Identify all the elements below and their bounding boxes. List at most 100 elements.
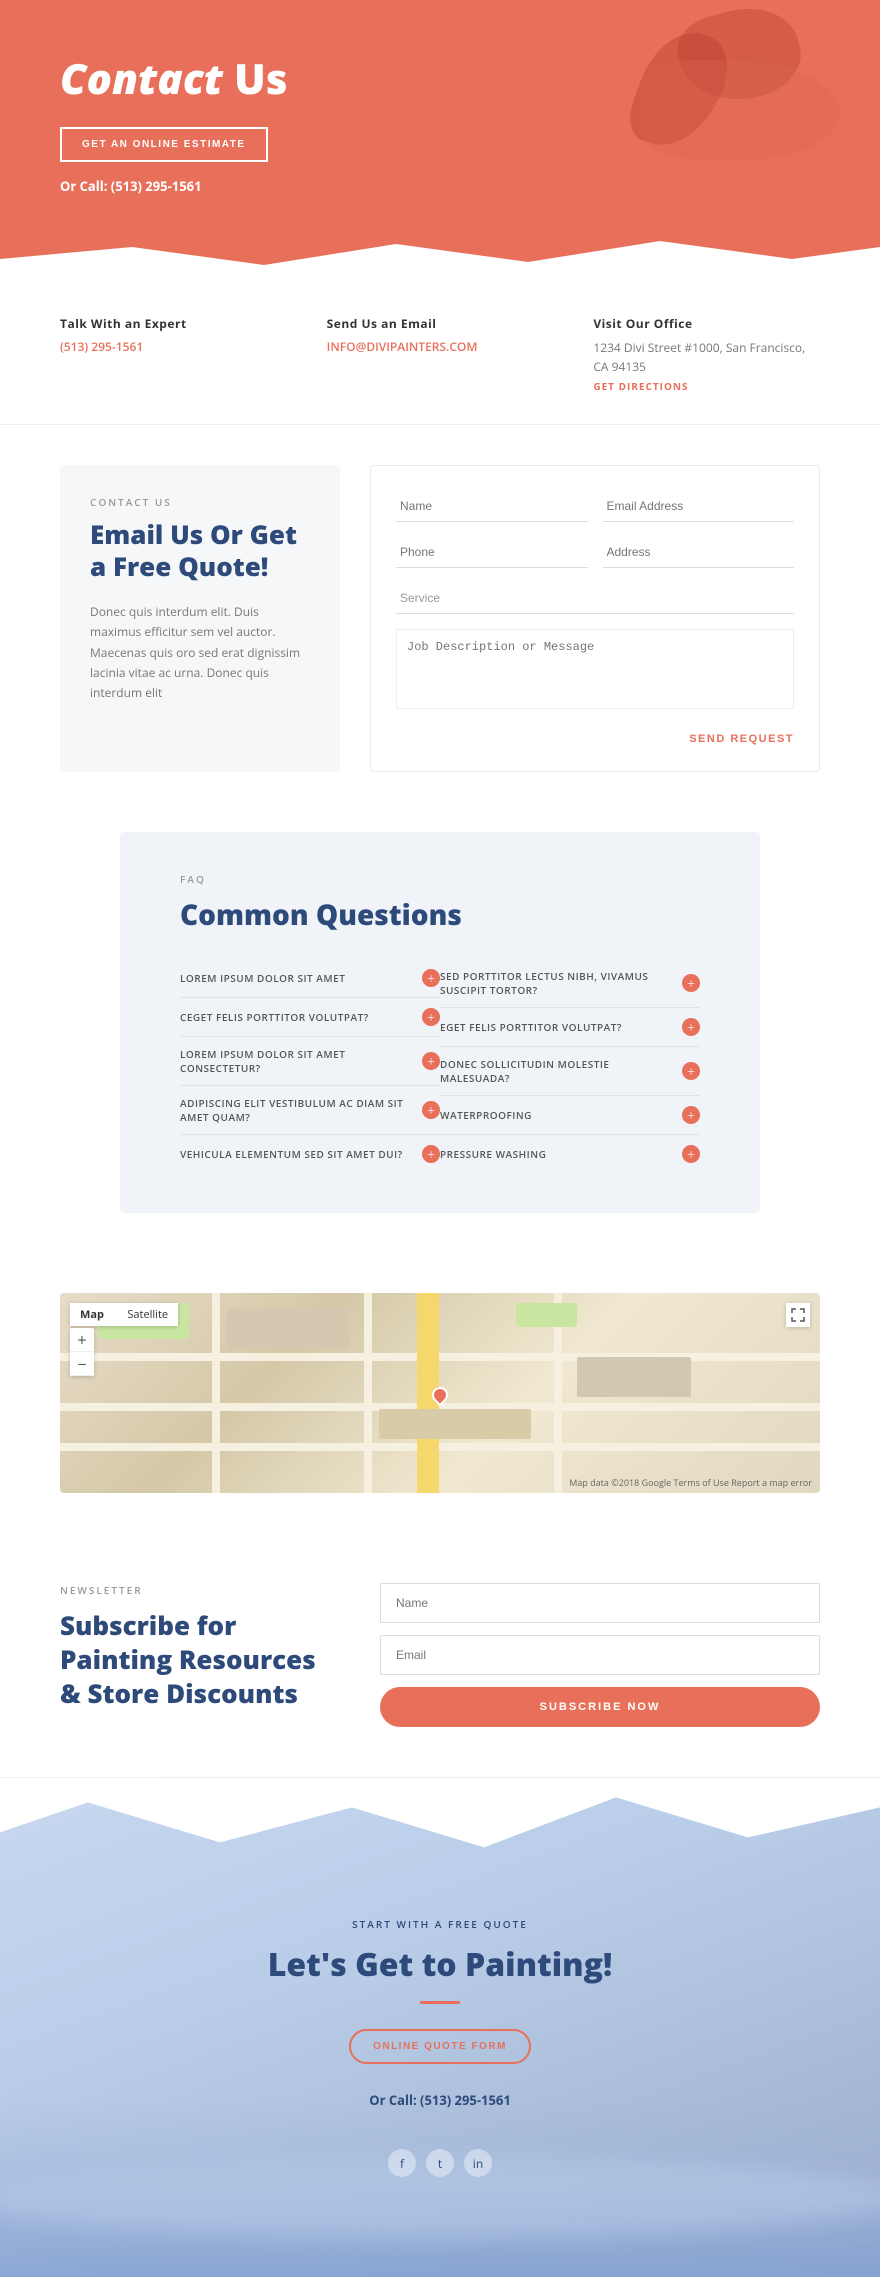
faq-item-r1-text: SED PORTTITOR LECTUS NIBH, VIVAMUS SUSCI… [440, 969, 682, 997]
name-input[interactable] [396, 491, 588, 522]
map-container[interactable]: Map Satellite + − Map data ©2018 Google … [60, 1293, 820, 1493]
footer-divider [420, 2001, 460, 2004]
map-zoom-in[interactable]: + [70, 1328, 94, 1352]
faq-item-r2-text: EGET FELIS PORTTITOR VOLUTPAT? [440, 1020, 682, 1034]
map-park-2 [516, 1303, 577, 1327]
twitter-icon[interactable]: t [426, 2149, 454, 2177]
footer-spacer [60, 2079, 820, 2091]
footer-call-prefix: Or Call: [369, 2091, 416, 2109]
faq-grid: LOREM IPSUM DOLOR SIT AMET + CEGET FELIS… [180, 959, 700, 1173]
faq-plus-r1: + [682, 974, 700, 992]
faq-item-l3-text: LOREM IPSUM DOLOR SIT AMET CONSECTETUR? [180, 1047, 422, 1075]
faq-item-r4-text: WATERPROOFING [440, 1108, 682, 1122]
hero-estimate-button[interactable]: GET AN ONLINE ESTIMATE [60, 127, 268, 162]
faq-item-l1[interactable]: LOREM IPSUM DOLOR SIT AMET + [180, 959, 440, 998]
form-submit-row: SEND REQUEST [396, 728, 794, 746]
faq-plus-l5: + [422, 1145, 440, 1163]
contact-description: Donec quis interdum elit. Duis maximus e… [90, 602, 310, 704]
footer-sublabel: START WITH A FREE QUOTE [60, 1917, 820, 1931]
info-email-address[interactable]: INFO@DIVIPAINTERS.COM [327, 338, 554, 355]
form-field-name [396, 491, 588, 522]
faq-item-r2[interactable]: EGET FELIS PORTTITOR VOLUTPAT? + [440, 1008, 700, 1047]
faq-item-l5[interactable]: VEHICULA ELEMENTUM SED SIT AMET DUI? + [180, 1135, 440, 1173]
info-email-heading: Send Us an Email [327, 315, 554, 332]
faq-item-r4[interactable]: WATERPROOFING + [440, 1096, 700, 1135]
map-section: Map Satellite + − Map data ©2018 Google … [0, 1253, 880, 1533]
info-office: Visit Our Office 1234 Divi Street #1000,… [593, 315, 820, 394]
map-building-1 [227, 1309, 349, 1349]
hero-title-us: Us [223, 50, 287, 107]
footer-content: START WITH A FREE QUOTE Let's Get to Pai… [60, 1917, 820, 2177]
faq-item-r5[interactable]: PRESSURE WASHING + [440, 1135, 700, 1173]
service-select[interactable]: Service [396, 583, 794, 614]
map-tab-map[interactable]: Map [70, 1303, 114, 1326]
map-street-h3 [60, 1443, 820, 1451]
footer-paint-top [0, 1777, 880, 1877]
faq-section: FAQ Common Questions LOREM IPSUM DOLOR S… [120, 832, 760, 1213]
faq-section-label: FAQ [180, 872, 700, 886]
facebook-icon[interactable]: f [388, 2149, 416, 2177]
newsletter-name-input[interactable] [380, 1583, 820, 1623]
footer-heading: Let's Get to Painting! [60, 1943, 820, 1986]
form-row-service: Service [396, 583, 794, 614]
map-fullscreen-button[interactable] [786, 1303, 810, 1327]
faq-item-l4[interactable]: ADIPISCING ELIT VESTIBULUM AC DIAM SIT A… [180, 1086, 440, 1135]
email-input[interactable] [603, 491, 795, 522]
hero-phone: (513) 295-1561 [111, 177, 202, 195]
footer-quote-button[interactable]: ONLINE QUOTE FORM [349, 2029, 531, 2064]
info-directions-link[interactable]: GET DIRECTIONS [593, 379, 688, 393]
linkedin-icon[interactable]: in [464, 2149, 492, 2177]
form-field-phone [396, 537, 588, 568]
hero-section: Contact Us GET AN ONLINE ESTIMATE Or Cal… [0, 0, 880, 275]
info-expert-phone[interactable]: (513) 295-1561 [60, 338, 287, 355]
contact-form-panel: Service SEND REQUEST [370, 465, 820, 772]
footer-cta-section: START WITH A FREE QUOTE Let's Get to Pai… [0, 1777, 880, 2277]
info-email: Send Us an Email INFO@DIVIPAINTERS.COM [327, 315, 554, 394]
map-tab-controls: Map Satellite [70, 1303, 178, 1326]
form-row-phone-address [396, 537, 794, 568]
faq-item-r3[interactable]: DONEC SOLLICITUDIN MOLESTIE MALESUADA? + [440, 1047, 700, 1096]
faq-item-r1[interactable]: SED PORTTITOR LECTUS NIBH, VIVAMUS SUSCI… [440, 959, 700, 1008]
newsletter-email-input[interactable] [380, 1635, 820, 1675]
faq-plus-r4: + [682, 1106, 700, 1124]
contact-section: CONTACT US Email Us Or Get a Free Quote!… [0, 425, 880, 812]
form-field-email [603, 491, 795, 522]
newsletter-section: NEWSLETTER Subscribe for Painting Resour… [0, 1533, 880, 1777]
footer-social-row: f t in [60, 2149, 820, 2177]
hero-call-text: Or Call: (513) 295-1561 [60, 177, 820, 195]
map-building-3 [577, 1357, 691, 1397]
info-office-address: 1234 Divi Street #1000, San Francisco, C… [593, 338, 820, 376]
faq-item-l3[interactable]: LOREM IPSUM DOLOR SIT AMET CONSECTETUR? … [180, 1037, 440, 1086]
phone-input[interactable] [396, 537, 588, 568]
faq-item-l4-text: ADIPISCING ELIT VESTIBULUM AC DIAM SIT A… [180, 1096, 422, 1124]
hero-title-contact: Contact [60, 50, 223, 107]
send-request-button[interactable]: SEND REQUEST [689, 733, 794, 745]
form-row-name-email [396, 491, 794, 522]
map-street-v1 [212, 1293, 220, 1493]
faq-item-l2[interactable]: CEGET FELIS PORTTITOR VOLUTPAT? + [180, 998, 440, 1037]
subscribe-button[interactable]: SUBSCRIBE NOW [380, 1687, 820, 1727]
info-expert-heading: Talk With an Expert [60, 315, 287, 332]
faq-item-r5-text: PRESSURE WASHING [440, 1147, 682, 1161]
faq-column-left: LOREM IPSUM DOLOR SIT AMET + CEGET FELIS… [180, 959, 440, 1173]
map-street-h1 [60, 1353, 820, 1361]
fullscreen-icon [791, 1308, 805, 1322]
faq-plus-l4: + [422, 1101, 440, 1119]
faq-item-r3-text: DONEC SOLLICITUDIN MOLESTIE MALESUADA? [440, 1057, 682, 1085]
faq-plus-l1: + [422, 969, 440, 987]
faq-heading: Common Questions [180, 896, 700, 934]
map-tab-satellite[interactable]: Satellite [117, 1303, 178, 1326]
map-street-v2 [364, 1293, 372, 1493]
map-zoom-out[interactable]: − [70, 1352, 94, 1376]
faq-item-l2-text: CEGET FELIS PORTTITOR VOLUTPAT? [180, 1010, 422, 1024]
faq-column-right: SED PORTTITOR LECTUS NIBH, VIVAMUS SUSCI… [440, 959, 700, 1173]
info-expert: Talk With an Expert (513) 295-1561 [60, 315, 287, 394]
newsletter-right: SUBSCRIBE NOW [380, 1583, 820, 1727]
newsletter-left: NEWSLETTER Subscribe for Painting Resour… [60, 1583, 320, 1710]
message-textarea[interactable] [396, 629, 794, 709]
map-footer-text: Map data ©2018 Google Terms of Use Repor… [569, 1476, 812, 1489]
info-bar: Talk With an Expert (513) 295-1561 Send … [0, 275, 880, 425]
map-pin-circle [429, 1384, 452, 1407]
hero-call-prefix: Or Call: [60, 177, 107, 195]
address-input[interactable] [603, 537, 795, 568]
